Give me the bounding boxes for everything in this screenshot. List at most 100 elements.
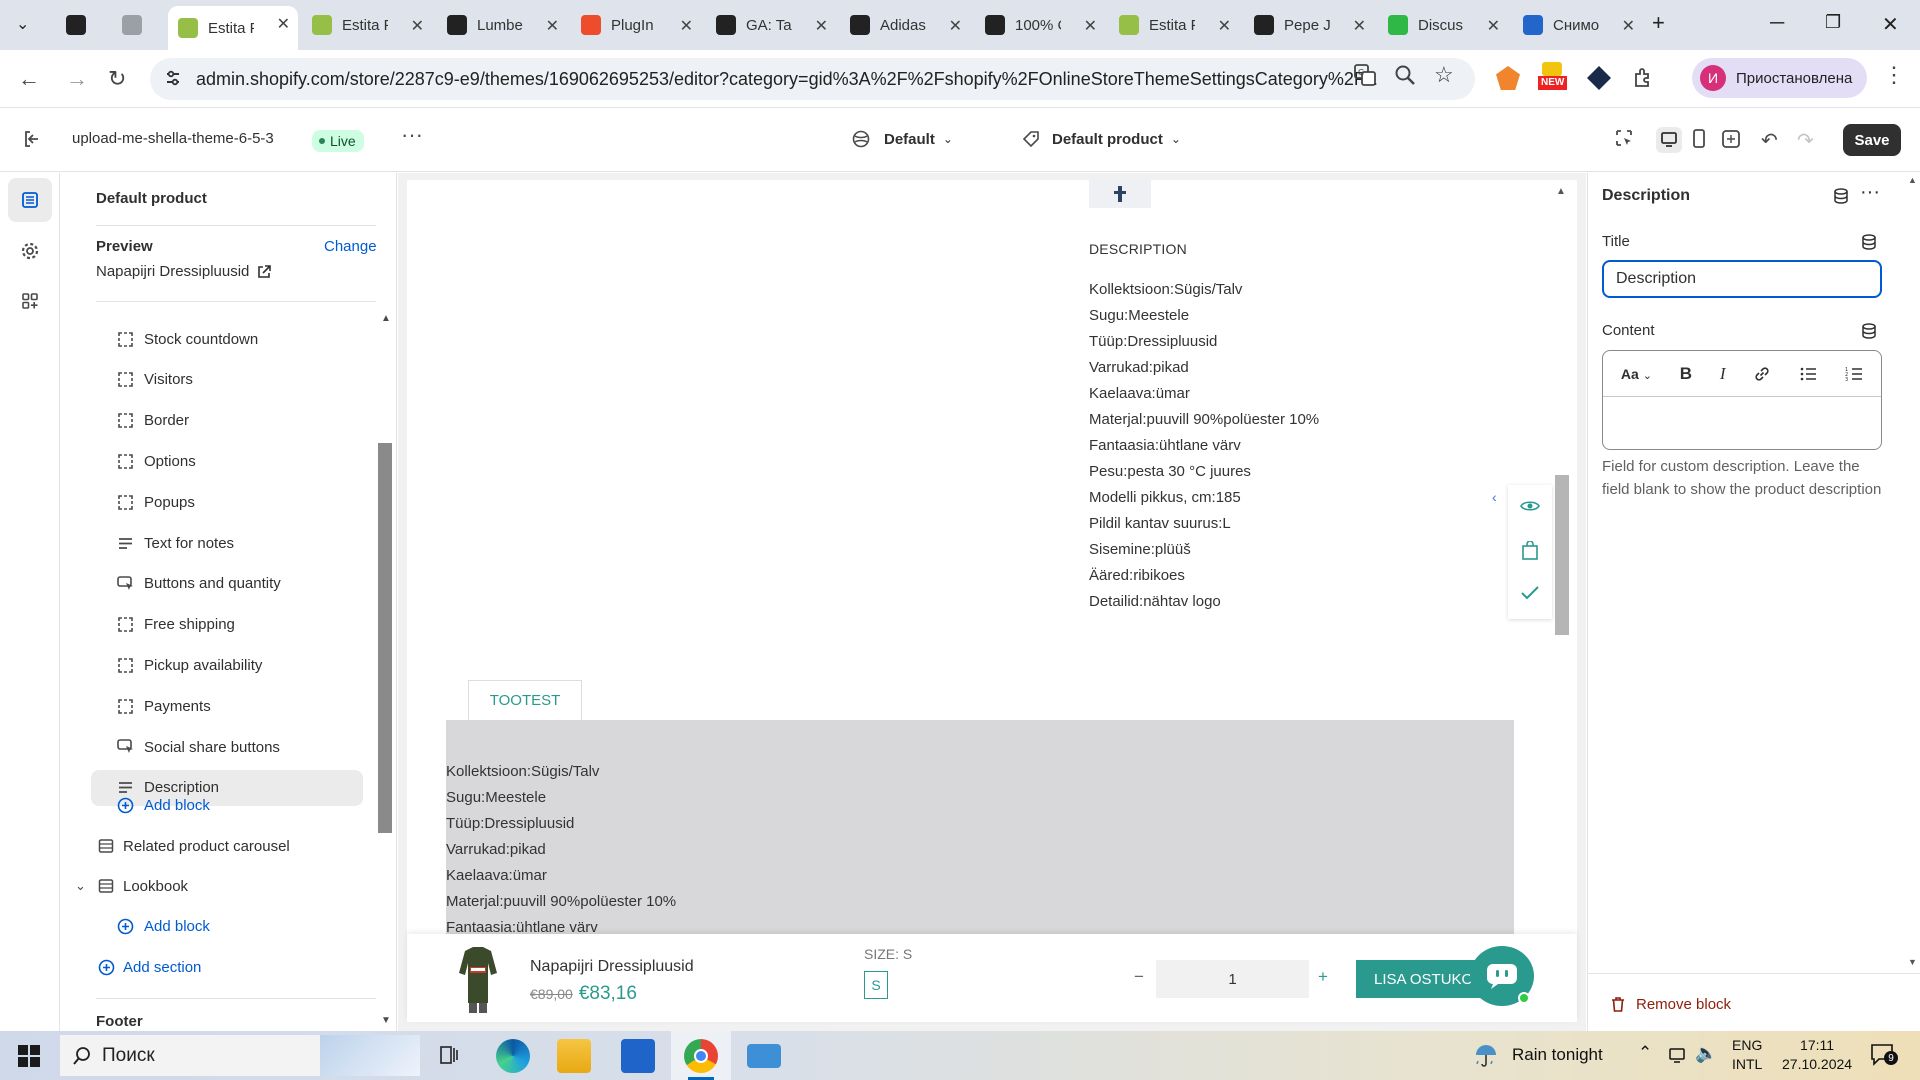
browser-tab[interactable]: GA: Ta ✕: [706, 8, 836, 42]
microsoft-store-icon[interactable]: [621, 1039, 655, 1073]
browser-menu-icon[interactable]: ⋮: [1883, 62, 1905, 88]
translate-icon[interactable]: G: [1354, 64, 1376, 86]
preview-scrollbar[interactable]: [1555, 475, 1569, 635]
bold-icon[interactable]: B: [1680, 364, 1692, 384]
checkmark-icon[interactable]: [1520, 585, 1540, 601]
title-input[interactable]: [1602, 260, 1882, 298]
product-template-selector[interactable]: Default product ⌄: [1022, 130, 1181, 148]
chrome-app-icon[interactable]: [684, 1039, 718, 1073]
desktop-view-icon[interactable]: [1656, 127, 1682, 153]
fullscreen-icon[interactable]: [1721, 129, 1741, 149]
tab-search-icon[interactable]: ⌄: [16, 14, 29, 34]
windows-start-icon[interactable]: [18, 1045, 40, 1067]
settings-gear-icon[interactable]: [8, 229, 52, 273]
add-section-button[interactable]: Add section: [97, 949, 367, 985]
scroll-up-icon[interactable]: ▲: [1908, 175, 1917, 185]
new-tab-button[interactable]: +: [1652, 10, 1665, 36]
edge-app-icon[interactable]: [496, 1039, 530, 1073]
block-item[interactable]: Social share buttons: [116, 729, 361, 765]
file-explorer-icon[interactable]: [557, 1039, 591, 1073]
scroll-up-icon[interactable]: ▲: [381, 313, 391, 324]
weather-text[interactable]: Rain tonight: [1512, 1045, 1603, 1065]
numbered-list-icon[interactable]: 123: [1845, 366, 1863, 382]
tab-close-icon[interactable]: ✕: [680, 16, 693, 36]
address-bar[interactable]: admin.shopify.com/store/2287c9-e9/themes…: [150, 58, 1475, 100]
template-selector[interactable]: Default ⌄: [852, 130, 953, 148]
tab-close-icon[interactable]: ✕: [277, 14, 290, 34]
extensions-puzzle-icon[interactable]: [1632, 66, 1656, 90]
block-item[interactable]: Free shipping: [116, 607, 361, 643]
block-item[interactable]: Popups: [116, 484, 361, 520]
extension-new-icon[interactable]: NEW: [1538, 62, 1568, 92]
browser-tab[interactable]: Estita F ✕: [1109, 8, 1239, 42]
chevron-up-icon[interactable]: ⌃: [1638, 1043, 1652, 1063]
browser-tab[interactable]: PlugIn ✕: [571, 8, 701, 42]
restore-button[interactable]: ❐: [1825, 12, 1841, 33]
browser-tab[interactable]: Discus ✕: [1378, 8, 1508, 42]
scroll-up-icon[interactable]: ▲: [1556, 186, 1566, 197]
font-style-dropdown[interactable]: Aa ⌄: [1621, 366, 1652, 382]
tab-close-icon[interactable]: ✕: [1084, 16, 1097, 36]
quantity-input[interactable]: 1: [1156, 960, 1309, 998]
block-item[interactable]: Visitors: [116, 362, 361, 398]
tab-close-icon[interactable]: ✕: [1353, 16, 1366, 36]
tab-close-icon[interactable]: ✕: [1218, 16, 1231, 36]
chevron-down-icon[interactable]: ⌄: [75, 878, 93, 894]
language-indicator[interactable]: ENG INTL: [1732, 1036, 1762, 1074]
tab-close-icon[interactable]: ✕: [815, 16, 828, 36]
tab-tootest[interactable]: TOOTEST: [468, 680, 582, 720]
section-related-product-carousel[interactable]: Related product carousel: [97, 828, 367, 864]
site-info-icon[interactable]: [164, 69, 182, 87]
dynamic-source-icon[interactable]: [1861, 234, 1877, 250]
more-actions-icon[interactable]: ···: [401, 122, 423, 148]
browser-tab[interactable]: Estita F ✕: [302, 8, 432, 42]
scroll-down-icon[interactable]: ▼: [381, 1015, 391, 1026]
change-preview-link[interactable]: Change: [324, 238, 377, 255]
redo-icon[interactable]: ↷: [1797, 128, 1814, 153]
profile-chip[interactable]: И Приостановлена: [1692, 58, 1867, 98]
tab-close-icon[interactable]: ✕: [411, 16, 424, 36]
back-icon[interactable]: ←: [18, 66, 40, 92]
external-link-icon[interactable]: [257, 264, 272, 279]
quantity-plus-button[interactable]: +: [1318, 967, 1328, 987]
chat-widget-button[interactable]: [1470, 946, 1534, 1006]
block-item[interactable]: Pickup availability: [116, 647, 361, 683]
undo-icon[interactable]: ↶: [1761, 128, 1778, 153]
dynamic-source-icon[interactable]: [1861, 323, 1877, 339]
mobile-view-icon[interactable]: [1690, 128, 1708, 150]
block-item[interactable]: Options: [116, 443, 361, 479]
clock[interactable]: 17:11 27.10.2024: [1782, 1036, 1852, 1074]
size-swatch[interactable]: S: [864, 971, 888, 999]
remote-desktop-icon[interactable]: [747, 1044, 781, 1068]
italic-icon[interactable]: I: [1720, 364, 1726, 384]
browser-tab[interactable]: Pepe J ✕: [1244, 8, 1374, 42]
quantity-minus-button[interactable]: −: [1134, 967, 1144, 987]
taskbar-search[interactable]: Поиск: [60, 1035, 420, 1076]
footer-group-label[interactable]: Footer: [96, 1013, 143, 1030]
dynamic-source-icon[interactable]: [1833, 188, 1849, 204]
eye-icon[interactable]: [1520, 499, 1540, 513]
tab-close-icon[interactable]: ✕: [949, 16, 962, 36]
bullet-list-icon[interactable]: [1799, 366, 1817, 382]
volume-icon[interactable]: 🔈: [1695, 1043, 1717, 1064]
forward-icon[interactable]: →: [66, 66, 88, 92]
more-options-icon[interactable]: ···: [1860, 181, 1880, 204]
browser-tab[interactable]: Снимо ✕: [1513, 8, 1643, 42]
exit-icon[interactable]: [22, 129, 42, 149]
preview-product[interactable]: Napapijri Dressipluusid: [96, 263, 272, 280]
close-window-button[interactable]: ✕: [1882, 12, 1899, 37]
browser-tab[interactable]: Lumbe ✕: [437, 8, 567, 42]
sidebar-scrollbar[interactable]: [378, 443, 392, 833]
metamask-extension-icon[interactable]: [1496, 66, 1520, 90]
tab-close-icon[interactable]: ✕: [546, 16, 559, 36]
extension-diamond-icon[interactable]: [1587, 66, 1611, 90]
inspector-icon[interactable]: [1614, 128, 1634, 148]
bookmark-star-icon[interactable]: ☆: [1434, 62, 1454, 88]
browser-tab[interactable]: [112, 8, 158, 42]
browser-tab[interactable]: [56, 8, 102, 42]
add-block-button[interactable]: Add block: [116, 908, 361, 944]
notifications-icon[interactable]: 9: [1870, 1043, 1898, 1067]
shopping-bag-icon[interactable]: [1521, 541, 1539, 561]
remove-block-button[interactable]: Remove block: [1610, 996, 1731, 1013]
link-icon[interactable]: [1753, 365, 1771, 383]
